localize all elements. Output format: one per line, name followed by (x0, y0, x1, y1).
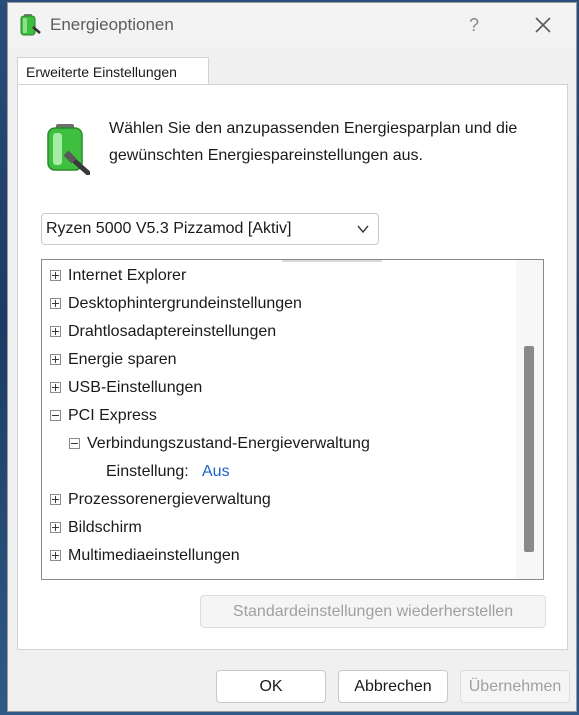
expand-plus-icon[interactable] (50, 270, 61, 281)
tree-item-setting: Einstellung: Aus (106, 460, 306, 484)
scrollbar-thumb[interactable] (524, 346, 534, 552)
setting-label: Einstellung: (106, 463, 189, 480)
close-icon[interactable] (530, 12, 556, 38)
collapse-minus-icon[interactable] (50, 410, 61, 421)
restore-defaults-button[interactable]: Standardeinstellungen wiederherstellen (200, 595, 546, 628)
window-title: Energieoptionen (50, 15, 174, 34)
tree-scroll-marker (282, 260, 382, 262)
power-options-dialog: Energieoptionen ? Erweiterte Einstellung… (7, 2, 577, 712)
cancel-button[interactable]: Abbrechen (338, 670, 448, 703)
power-battery-icon (47, 124, 90, 175)
expand-plus-icon[interactable] (50, 522, 61, 533)
chevron-down-icon (357, 225, 369, 234)
expand-plus-icon[interactable] (50, 382, 61, 393)
apply-button[interactable]: Übernehmen (460, 670, 570, 703)
power-plan-value: Ryzen 5000 V5.3 Pizzamod [Aktiv] (46, 220, 292, 237)
description-text: Wählen Sie den anzupassenden Energiespar… (109, 120, 518, 164)
power-plan-dropdown[interactable]: Ryzen 5000 V5.3 Pizzamod [Aktiv] (41, 213, 379, 245)
help-button[interactable]: ? (460, 11, 488, 39)
title-bar[interactable]: Energieoptionen ? (8, 3, 576, 47)
expand-plus-icon[interactable] (50, 298, 61, 309)
setting-value-link[interactable]: Aus (202, 460, 230, 484)
expand-plus-icon[interactable] (50, 354, 61, 365)
tab-advanced-settings[interactable]: Erweiterte Einstellungen (17, 57, 209, 85)
battery-app-icon (20, 14, 41, 36)
expand-plus-icon[interactable] (50, 550, 61, 561)
collapse-minus-icon[interactable] (69, 438, 80, 449)
settings-tree[interactable]: Internet Explorer Desktophintergrundeins… (41, 259, 544, 580)
ok-button[interactable]: OK (216, 670, 326, 703)
expand-plus-icon[interactable] (50, 494, 61, 505)
expand-plus-icon[interactable] (50, 326, 61, 337)
